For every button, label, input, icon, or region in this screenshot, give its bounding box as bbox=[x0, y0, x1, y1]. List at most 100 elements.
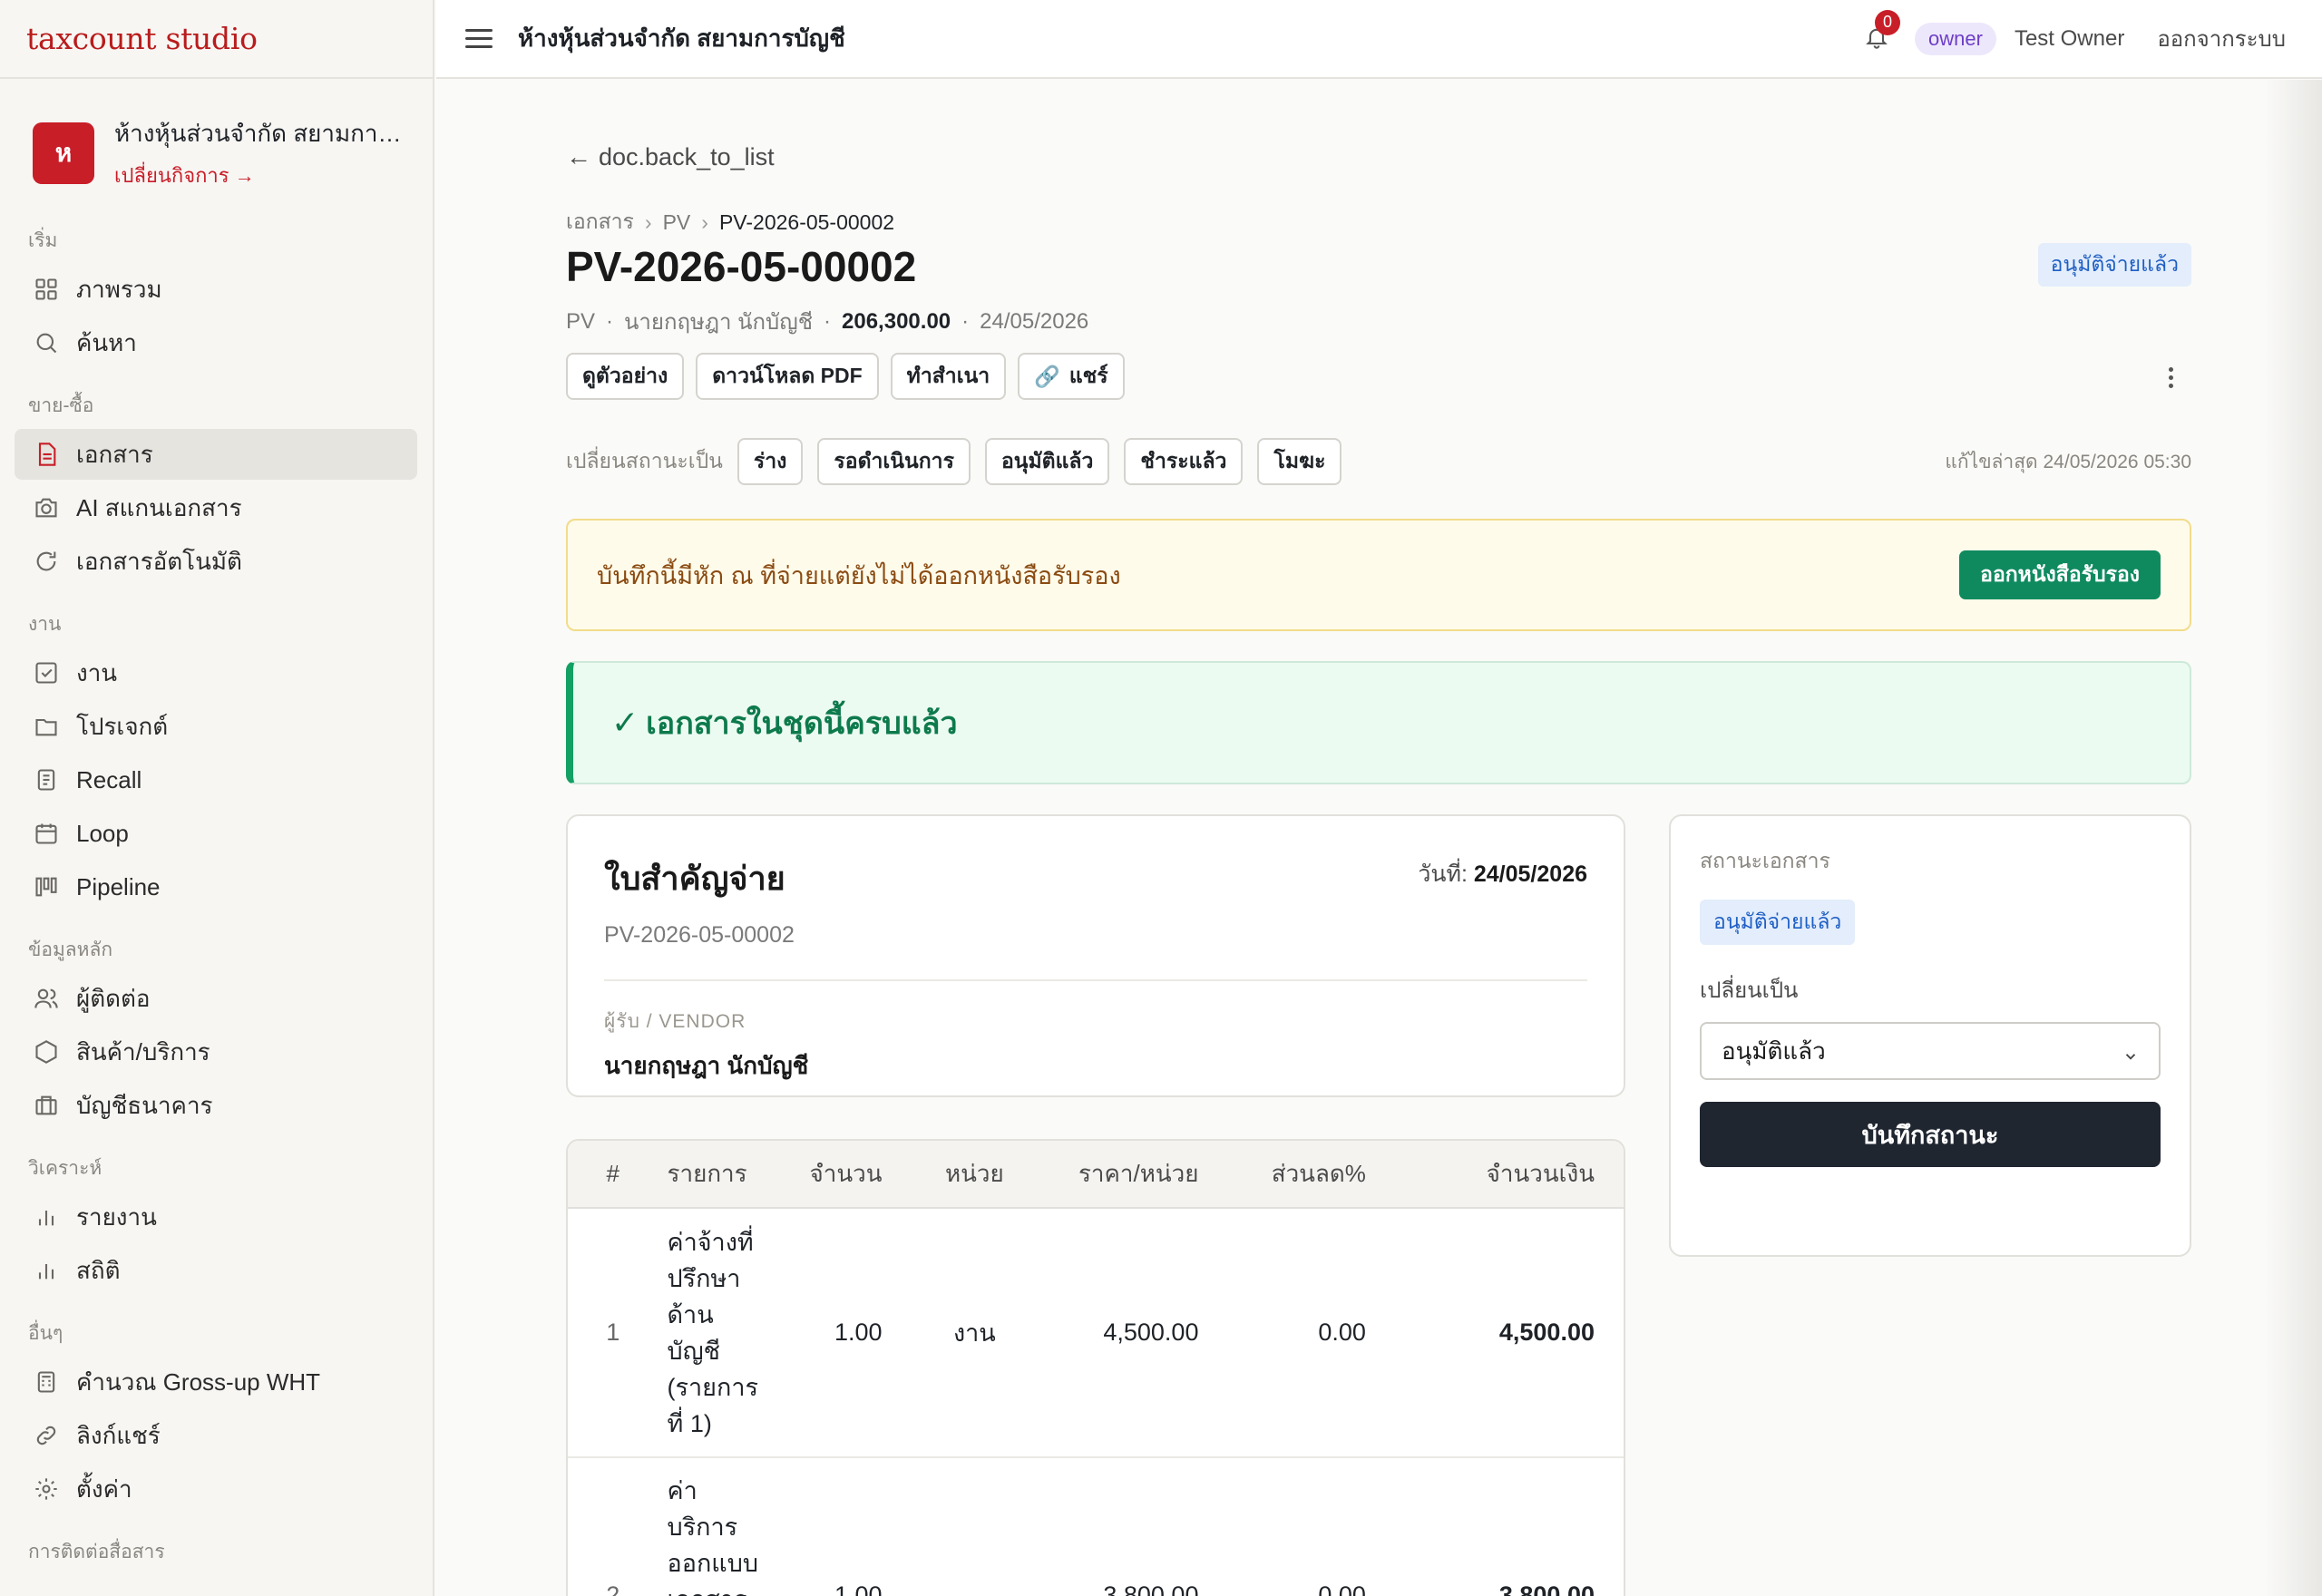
description-line: ที่ 1) bbox=[667, 1409, 712, 1437]
sidebar-item-reports[interactable]: รายงาน bbox=[15, 1192, 417, 1242]
breadcrumb-pv[interactable]: PV bbox=[663, 210, 691, 235]
breadcrumb: เอกสาร › PV › PV-2026-05-00002 bbox=[566, 206, 894, 238]
breadcrumb-documents[interactable]: เอกสาร bbox=[566, 206, 634, 238]
nav-section-start: เริ่ม bbox=[28, 230, 58, 251]
folder-icon bbox=[33, 713, 60, 740]
cell-description: ค่าจ้างที่ ปรึกษา ด้าน บัญชี (รายการ ที่… bbox=[659, 1210, 771, 1456]
status-option-void[interactable]: โมฆะ bbox=[1257, 438, 1342, 485]
vendor-name: นายกฤษฎา นักบัญชี bbox=[604, 1052, 809, 1079]
sidebar-item-label: เอกสาร bbox=[76, 440, 153, 468]
share-button-label: แชร์ bbox=[1068, 364, 1108, 387]
cell-unit-price: 3,800.00 bbox=[1103, 1581, 1199, 1596]
line-items-table: # รายการ จำนวน หน่วย ราคา/หน่วย ส่วนลด% … bbox=[566, 1139, 1625, 1596]
camera-icon bbox=[33, 494, 60, 521]
business-switcher[interactable]: ห ห้างหุ้นส่วนจำกัด สยามการ... เปลี่ยนกิ… bbox=[0, 79, 433, 209]
cell-discount: 0.00 bbox=[1318, 1581, 1366, 1596]
complete-notice-text: เอกสารในชุดนี้ครบแล้ว bbox=[646, 706, 958, 741]
page-title: PV-2026-05-00002 bbox=[566, 243, 917, 290]
sidebar-item-ai-scan[interactable]: AI สแกนเอกสาร bbox=[15, 482, 417, 533]
bar-chart-icon bbox=[33, 1203, 60, 1231]
sidebar-item-auto-docs[interactable]: เอกสารอัตโนมัติ bbox=[15, 536, 417, 587]
sidebar-item-contacts[interactable]: ผู้ติดต่อ bbox=[15, 973, 417, 1024]
sidebar-item-label: AI สแกนเอกสาร bbox=[76, 493, 242, 521]
column-header-discount: ส่วนลด% bbox=[1271, 1160, 1366, 1187]
sidebar-item-label: Loop bbox=[76, 819, 129, 847]
change-business-link[interactable]: เปลี่ยนกิจการ → bbox=[114, 160, 405, 191]
sidebar-item-loop[interactable]: Loop bbox=[15, 808, 417, 859]
sidebar-item-label: บัญชีธนาคาร bbox=[76, 1091, 213, 1119]
meta-amount: 206,300.00 bbox=[842, 308, 951, 334]
menu-icon[interactable] bbox=[465, 25, 493, 53]
status-select[interactable]: อนุมัติแล้ว bbox=[1700, 1022, 2161, 1080]
sidebar-item-bank-accounts[interactable]: บัญชีธนาคาร bbox=[15, 1080, 417, 1131]
sidebar-item-label: Pipeline bbox=[76, 872, 161, 900]
arrow-left-icon: ← bbox=[566, 142, 591, 170]
sidebar-item-label: ภาพรวม bbox=[76, 275, 162, 303]
status-option-approved[interactable]: อนุมัติแล้ว bbox=[984, 438, 1110, 485]
sidebar-item-label: เอกสารอัตโนมัติ bbox=[76, 547, 242, 575]
cell-description: ค่า บริการ ออกแบบ เอกสาร bbox=[659, 1458, 771, 1596]
sidebar-item-share-links[interactable]: ลิงก์แชร์ bbox=[15, 1410, 417, 1461]
search-icon bbox=[33, 329, 60, 356]
sidebar-item-pipeline[interactable]: Pipeline bbox=[15, 861, 417, 912]
sidebar-item-projects[interactable]: โปรเจกต์ bbox=[15, 701, 417, 752]
cell-amount: 4,500.00 bbox=[1498, 1319, 1595, 1346]
meta-type: PV bbox=[566, 308, 596, 334]
more-options-icon[interactable] bbox=[2169, 367, 2173, 388]
sidebar-item-recall[interactable]: Recall bbox=[15, 754, 417, 805]
table-header: # รายการ จำนวน หน่วย ราคา/หน่วย ส่วนลด% … bbox=[568, 1141, 1624, 1209]
nav-section-sales: ขาย-ซื้อ bbox=[28, 395, 94, 416]
logout-link[interactable]: ออกจากระบบ bbox=[2157, 21, 2286, 56]
divider bbox=[604, 979, 1587, 981]
save-status-button[interactable]: บันทึกสถานะ bbox=[1700, 1102, 2161, 1167]
share-button[interactable]: 🔗 แชร์ bbox=[1018, 353, 1125, 400]
description-line: เอกสาร bbox=[668, 1581, 771, 1596]
meta-date: 24/05/2026 bbox=[980, 308, 1089, 334]
sidebar-item-search[interactable]: ค้นหา bbox=[15, 317, 417, 368]
user-name[interactable]: Test Owner bbox=[2015, 26, 2124, 52]
chevron-right-icon: › bbox=[644, 209, 652, 234]
sidebar-item-grossup-calculator[interactable]: คำนวณ Gross-up WHT bbox=[15, 1357, 417, 1407]
cell-amount: 3,800.00 bbox=[1498, 1581, 1595, 1596]
cell-no: 1 bbox=[606, 1319, 620, 1346]
duplicate-button[interactable]: ทำสำเนา bbox=[890, 353, 1007, 400]
sidebar-item-products[interactable]: สินค้า/บริการ bbox=[15, 1027, 417, 1077]
cell-no: 2 bbox=[606, 1581, 620, 1596]
download-pdf-button[interactable]: ดาวน์โหลด PDF bbox=[696, 353, 879, 400]
status-panel-change-label: เปลี่ยนเป็น bbox=[1700, 978, 1799, 1003]
voucher-date: วันที่: 24/05/2026 bbox=[1418, 856, 1587, 892]
voucher-card: ใบสำคัญจ่าย PV-2026-05-00002 วันที่: 24/… bbox=[566, 814, 1625, 1097]
status-change-label: เปลี่ยนสถานะเป็น bbox=[566, 449, 723, 472]
notification-bell-icon[interactable]: 0 bbox=[1864, 9, 1901, 54]
cell-quantity: 1.00 bbox=[834, 1319, 883, 1346]
status-option-pending[interactable]: รอดำเนินการ bbox=[817, 438, 971, 485]
chevron-down-icon bbox=[2122, 1043, 2139, 1060]
status-panel-label: สถานะเอกสาร bbox=[1700, 849, 1830, 872]
sidebar-item-label: รายงาน bbox=[76, 1202, 157, 1231]
business-name: ห้างหุ้นส่วนจำกัด สยามการ... bbox=[114, 120, 405, 147]
nav-section-analytics: วิเคราะห์ bbox=[28, 1158, 102, 1179]
check-icon: ✓ bbox=[611, 704, 639, 741]
brand-logo[interactable]: taxcount studio bbox=[0, 0, 433, 79]
sidebar-item-tasks[interactable]: งาน bbox=[15, 647, 417, 698]
issue-certificate-button[interactable]: ออกหนังสือรับรอง bbox=[1959, 550, 2161, 599]
description-line: ค่าจ้างที่ bbox=[667, 1228, 754, 1256]
preview-button[interactable]: ดูตัวอย่าง bbox=[566, 353, 685, 400]
nav-section-master-data: ข้อมูลหลัก bbox=[28, 939, 113, 960]
status-select-value: อนุมัติแล้ว bbox=[1722, 1036, 1826, 1065]
sidebar-item-overview[interactable]: ภาพรวม bbox=[15, 264, 417, 315]
document-icon bbox=[33, 441, 60, 468]
description-line: (รายการ bbox=[667, 1373, 759, 1401]
description-line: บัญชี bbox=[667, 1337, 720, 1365]
wht-warning-banner: บันทึกนี้มีหัก ณ ที่จ่ายแต่ยังไม่ได้ออกห… bbox=[566, 519, 2191, 631]
description-line: ออกแบบ bbox=[667, 1550, 758, 1577]
status-option-paid[interactable]: ชำระแล้ว bbox=[1124, 438, 1244, 485]
business-avatar: ห bbox=[33, 122, 94, 184]
back-to-list-link[interactable]: ← doc.back_to_list bbox=[566, 142, 775, 171]
sidebar-item-label: งาน bbox=[76, 658, 118, 686]
sidebar-item-statistics[interactable]: สถิติ bbox=[15, 1245, 417, 1296]
sidebar-item-settings[interactable]: ตั้งค่า bbox=[15, 1464, 417, 1514]
role-badge: owner bbox=[1915, 22, 1996, 55]
status-option-draft[interactable]: ร่าง bbox=[737, 438, 804, 485]
sidebar-item-documents[interactable]: เอกสาร bbox=[15, 429, 417, 480]
